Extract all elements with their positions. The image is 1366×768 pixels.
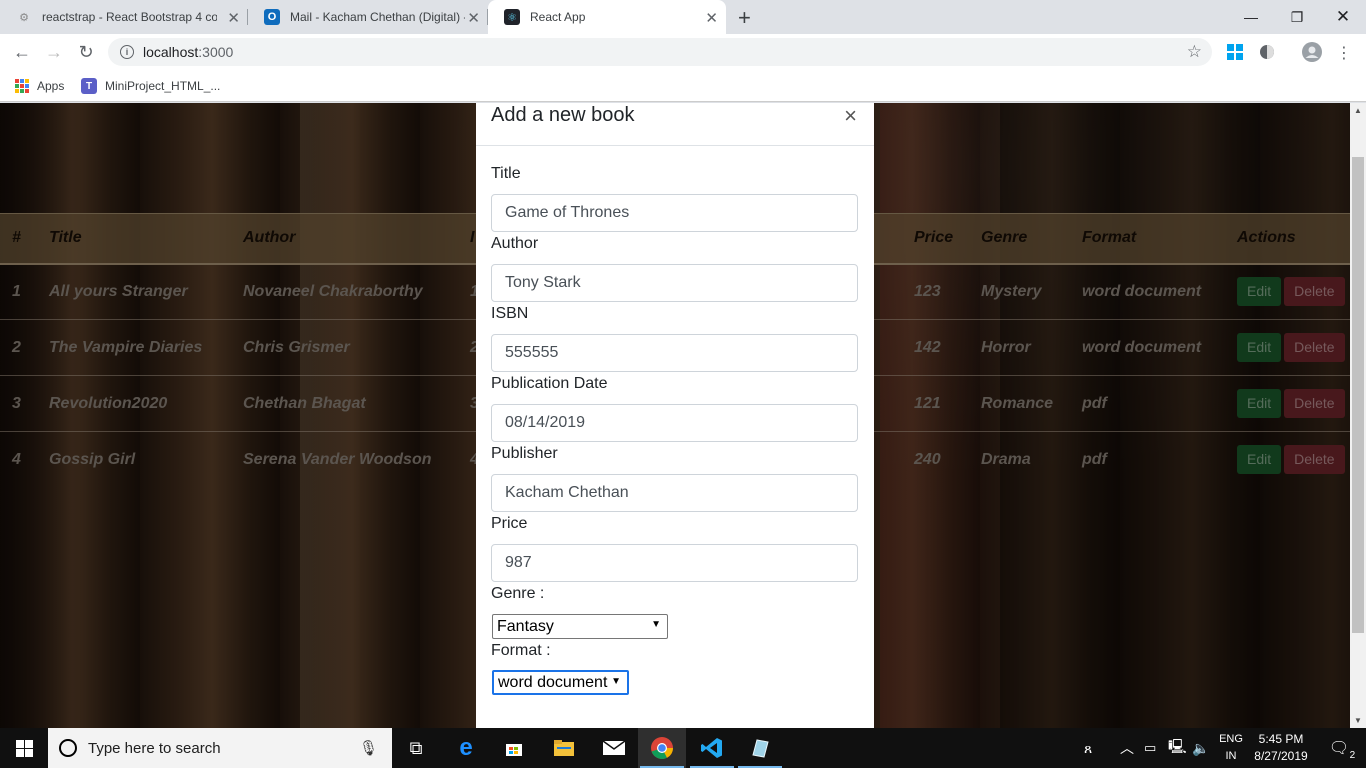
minimize-button[interactable]: — — [1228, 0, 1274, 34]
vscode-icon[interactable] — [688, 728, 736, 768]
close-tab-icon[interactable]: ✕ — [227, 9, 240, 27]
browser-toolbar: ← → ↻ i localhost:3000 ☆ ⋮ — [0, 34, 1366, 70]
tab-react-app[interactable]: ⚛ React App ✕ — [488, 0, 726, 34]
windows-taskbar: Type here to search 🎙 ⧉ e ጸ ︿ ▭ 🖳 🔈 ENG … — [0, 728, 1366, 768]
battery-icon[interactable]: ▭ — [1144, 728, 1156, 768]
gear-icon: ⚙ — [19, 11, 29, 24]
publisher-label: Publisher — [491, 445, 558, 462]
tab-title: reactstrap - React Bootstrap 4 co — [42, 10, 217, 24]
edge-icon[interactable]: e — [442, 728, 490, 768]
restore-button[interactable]: ❐ — [1274, 0, 1320, 34]
publication-date-label: Publication Date — [491, 375, 608, 392]
outlook-icon: O — [264, 9, 280, 25]
genre-selected-value: Fantasy — [497, 617, 554, 635]
start-button[interactable] — [0, 728, 48, 768]
reload-icon[interactable]: ↻ — [74, 40, 98, 64]
back-arrow-icon[interactable]: ← — [10, 40, 34, 64]
title-input[interactable]: Game of Thrones — [491, 194, 858, 232]
clock-date: 8/27/2019 — [1254, 749, 1308, 763]
close-window-button[interactable]: ✕ — [1320, 0, 1366, 34]
info-icon[interactable]: i — [120, 45, 134, 59]
publisher-input[interactable]: Kacham Chethan — [491, 474, 858, 512]
tab-reactstrap[interactable]: ⚙ reactstrap - React Bootstrap 4 co ✕ — [0, 0, 248, 34]
modal-title: Add a new book — [491, 104, 635, 126]
scroll-down-arrow-icon[interactable]: ▼ — [1354, 716, 1362, 725]
volume-icon[interactable]: 🔈 — [1192, 728, 1209, 768]
modal-header: Add a new book × — [476, 103, 874, 146]
close-tab-icon[interactable]: ✕ — [467, 9, 480, 27]
genre-select[interactable]: Fantasy ▼ — [492, 614, 668, 639]
app-icon[interactable] — [736, 728, 784, 768]
search-placeholder: Type here to search — [88, 739, 221, 757]
react-icon: ⚛ — [504, 9, 520, 25]
author-label: Author — [491, 235, 539, 252]
bookmark-apps[interactable]: Apps — [15, 76, 64, 96]
apps-grid-icon — [15, 79, 29, 93]
cortana-circle-icon — [59, 739, 77, 757]
system-clock[interactable]: 5:45 PM 8/27/2019 — [1250, 731, 1312, 765]
new-tab-button[interactable]: + — [738, 5, 751, 31]
bookmarks-bar: Apps T MiniProject_HTML_... — [0, 70, 1366, 102]
task-view-icon[interactable]: ⧉ — [392, 728, 440, 768]
format-selected-value: word document — [498, 673, 608, 691]
page-scrollbar[interactable]: ▲ ▼ — [1350, 103, 1366, 728]
dropdown-arrow-icon: ▼ — [651, 619, 661, 630]
bookmark-label: MiniProject_HTML_... — [105, 79, 221, 93]
windows-logo-icon — [15, 739, 33, 757]
forward-arrow-icon[interactable]: → — [42, 40, 66, 64]
isbn-input[interactable]: 555555 — [491, 334, 858, 372]
file-explorer-icon[interactable] — [540, 728, 588, 768]
scroll-up-arrow-icon[interactable]: ▲ — [1354, 106, 1362, 115]
store-icon[interactable] — [490, 728, 538, 768]
people-icon[interactable]: ጸ — [1084, 728, 1092, 768]
format-label: Format : — [491, 642, 551, 659]
page-background: # Title Author I Price Genre Format Acti… — [0, 103, 1366, 728]
language-code: ENG — [1219, 733, 1243, 745]
tab-title: React App — [530, 10, 586, 24]
author-input[interactable]: Tony Stark — [491, 264, 858, 302]
chrome-icon[interactable] — [638, 728, 686, 768]
url-host: localhost — [143, 44, 199, 60]
tab-title: Mail - Kacham Chethan (Digital) - — [290, 10, 465, 24]
title-label: Title — [491, 165, 521, 182]
tab-mail[interactable]: O Mail - Kacham Chethan (Digital) - ✕ — [248, 0, 488, 34]
bookmark-miniproject[interactable]: T MiniProject_HTML_... — [81, 76, 220, 96]
publication-date-input[interactable]: 08/14/2019 — [491, 404, 858, 442]
taskbar-search-box[interactable]: Type here to search 🎙 — [48, 728, 392, 768]
notification-count: 2 — [1349, 750, 1356, 761]
action-center-icon[interactable]: 🗨 2 — [1326, 728, 1355, 768]
clock-time: 5:45 PM — [1258, 732, 1304, 746]
close-icon[interactable]: × — [844, 103, 857, 129]
show-hidden-icons-chevron-icon[interactable]: ︿ — [1120, 728, 1134, 768]
input-language[interactable]: ENG IN — [1216, 731, 1246, 765]
language-region: IN — [1225, 750, 1237, 762]
add-book-modal: Add a new book × Title Game of Thrones A… — [476, 103, 874, 728]
network-icon[interactable]: 🖳 — [1168, 728, 1187, 768]
extension-circle-icon[interactable] — [1258, 43, 1276, 61]
microphone-icon[interactable]: 🎙 — [359, 739, 378, 757]
scrollbar-thumb[interactable] — [1352, 157, 1364, 633]
bookmark-label: Apps — [37, 79, 65, 93]
bookmark-star-icon[interactable]: ☆ — [1187, 42, 1202, 62]
menu-dots-icon[interactable]: ⋮ — [1335, 43, 1353, 62]
mail-icon[interactable] — [590, 728, 638, 768]
price-input[interactable]: 987 — [491, 544, 858, 582]
address-bar[interactable]: i localhost:3000 ☆ — [108, 38, 1212, 66]
price-label: Price — [491, 515, 528, 532]
url-text: localhost:3000 — [143, 44, 233, 60]
teams-icon: T — [81, 78, 97, 94]
profile-avatar-icon[interactable] — [1302, 42, 1322, 62]
isbn-label: ISBN — [491, 305, 529, 322]
browser-tab-strip: ⚙ reactstrap - React Bootstrap 4 co ✕ O … — [0, 0, 1366, 34]
format-select[interactable]: word document ▼ — [492, 670, 629, 695]
windows-extension-icon[interactable] — [1226, 43, 1244, 61]
genre-label: Genre : — [491, 585, 545, 602]
dropdown-arrow-icon: ▼ — [611, 676, 621, 687]
url-port: :3000 — [198, 44, 234, 60]
close-tab-icon[interactable]: ✕ — [705, 9, 718, 27]
